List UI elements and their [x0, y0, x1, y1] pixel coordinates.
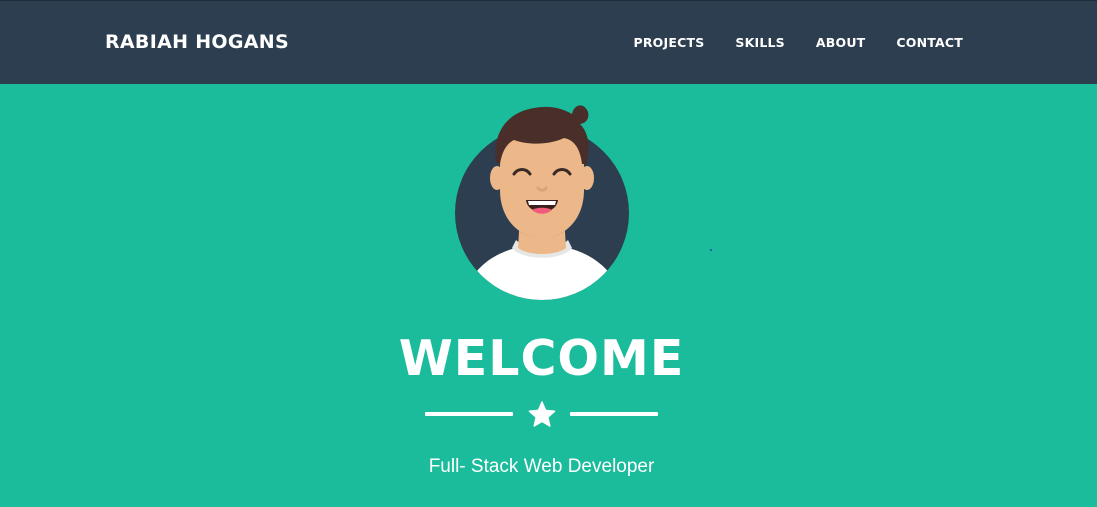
page: RABIAH HOGANS PROJECTS SKILLS ABOUT CONT… [0, 0, 1097, 507]
nav-link-skills[interactable]: SKILLS [735, 34, 784, 52]
brand-link[interactable]: RABIAH HOGANS [105, 30, 289, 54]
cursor-speck [710, 249, 712, 251]
divider-line-left [425, 412, 513, 416]
star-divider [425, 400, 658, 430]
nav-link-projects[interactable]: PROJECTS [634, 34, 705, 52]
divider-line-right [570, 412, 658, 416]
nav-link-about[interactable]: ABOUT [816, 34, 866, 52]
hero-title: WELCOME [398, 330, 685, 387]
avatar-icon [455, 105, 629, 300]
hero-section: WELCOME Full- Stack Web Developer [0, 84, 1097, 507]
nav-link-contact[interactable]: CONTACT [896, 34, 963, 52]
navbar: RABIAH HOGANS PROJECTS SKILLS ABOUT CONT… [0, 0, 1097, 84]
nav-links: PROJECTS SKILLS ABOUT CONTACT [603, 34, 964, 52]
hero-subtitle: Full- Stack Web Developer [428, 456, 655, 477]
star-icon [528, 401, 556, 427]
